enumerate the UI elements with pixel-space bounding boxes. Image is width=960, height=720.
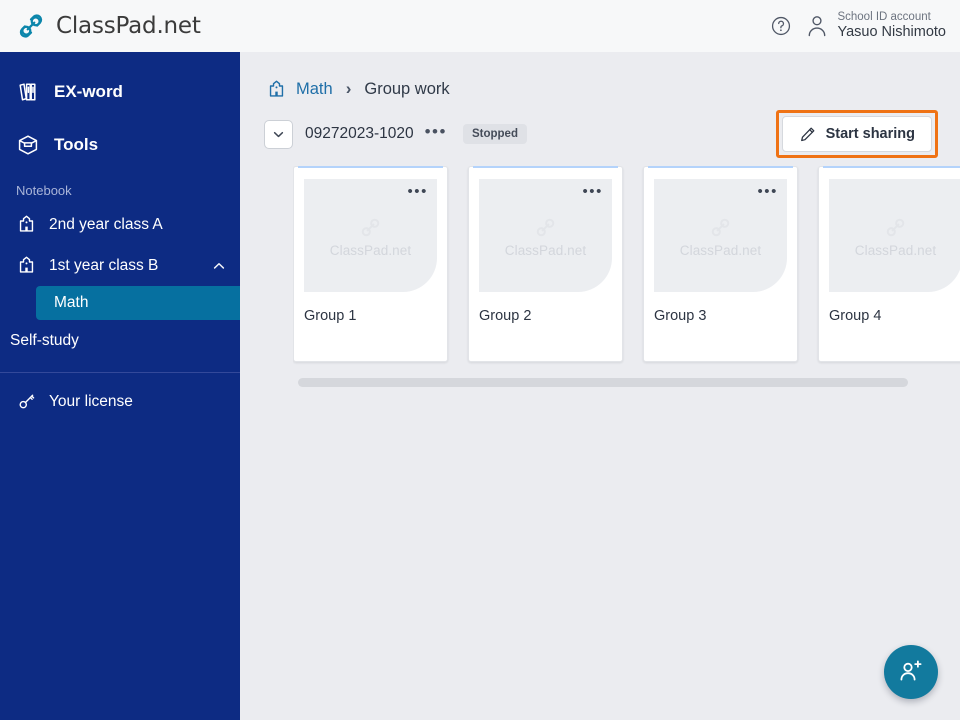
sidebar-item-label: 1st year class B <box>49 256 159 274</box>
card-title: Group 2 <box>479 308 532 324</box>
sidebar-item-label: Tools <box>54 135 99 154</box>
account-text: School ID account Yasuo Nishimoto <box>837 11 946 42</box>
toolbox-cube-icon <box>16 133 40 157</box>
chevron-up-icon[interactable] <box>212 259 226 273</box>
school-building-icon <box>266 79 287 100</box>
sidebar: EX-word Tools Notebook 2nd year class A … <box>0 52 240 720</box>
card-thumbnail: ClassPad.net ••• <box>654 179 787 292</box>
sidebar-item-tools[interactable]: Tools <box>0 123 240 167</box>
session-expand-button[interactable] <box>264 119 293 149</box>
school-building-icon <box>16 214 37 235</box>
group-card[interactable]: ClassPad.net ••• Group 2 <box>468 166 623 362</box>
card-accent-bar <box>648 166 793 168</box>
add-member-fab[interactable] <box>884 645 938 699</box>
link-chain-icon <box>16 11 46 41</box>
group-cards-viewport: ClassPad.net ••• Group 1 ClassPad.net ••… <box>293 166 960 366</box>
scrollbar-thumb[interactable] <box>298 378 908 387</box>
group-card[interactable]: ClassPad.net ••• Group 1 <box>293 166 448 362</box>
sidebar-item-2nd-year-class-a[interactable]: 2nd year class A <box>0 204 240 245</box>
account-role: School ID account <box>837 10 931 23</box>
sidebar-item-label: Self-study <box>10 332 79 349</box>
app-root: ClassPad.net School ID account Yasuo Nis… <box>0 0 960 720</box>
breadcrumb-link-math[interactable]: Math <box>296 80 333 99</box>
sidebar-item-label: Your license <box>49 392 133 410</box>
start-sharing-button[interactable]: Start sharing <box>781 116 932 152</box>
cards-horizontal-scrollbar[interactable] <box>293 378 960 387</box>
sidebar-item-label: 2nd year class A <box>49 215 163 233</box>
breadcrumb: Math › Group work <box>240 52 960 104</box>
breadcrumb-current: Group work <box>364 79 450 98</box>
school-building-icon <box>16 255 37 276</box>
sidebar-item-label: EX-word <box>54 82 123 101</box>
account-name: Yasuo Nishimoto <box>837 24 946 41</box>
sidebar-item-math[interactable]: Math <box>36 286 240 320</box>
question-mark-circle-icon[interactable] <box>770 15 792 37</box>
link-chain-icon <box>532 214 559 241</box>
start-sharing-label: Start sharing <box>825 126 915 142</box>
card-title: Group 3 <box>654 308 707 324</box>
card-watermark: ClassPad.net <box>854 242 937 258</box>
status-badge: Stopped <box>462 124 527 144</box>
sidebar-section-notebook: Notebook <box>16 183 72 198</box>
link-chain-icon <box>357 214 384 241</box>
card-accent-bar <box>473 166 618 168</box>
pencil-icon <box>799 126 816 143</box>
card-accent-bar <box>298 166 443 168</box>
group-cards-row: ClassPad.net ••• Group 1 ClassPad.net ••… <box>293 166 960 362</box>
header-right: School ID account Yasuo Nishimoto <box>770 11 960 42</box>
card-accent-bar <box>823 166 960 168</box>
sidebar-subitem-label: Math <box>54 294 89 311</box>
sidebar-item-1st-year-class-b[interactable]: 1st year class B <box>0 245 240 286</box>
brand-name: ClassPad.net <box>56 13 201 39</box>
sidebar-item-ex-word[interactable]: EX-word <box>0 70 240 114</box>
books-icon <box>16 80 40 104</box>
key-icon <box>16 391 37 412</box>
card-title: Group 4 <box>829 308 882 324</box>
card-watermark: ClassPad.net <box>679 242 762 258</box>
main-content: Math › Group work 09272023-1020 ••• Stop… <box>240 52 960 720</box>
account-menu[interactable]: School ID account Yasuo Nishimoto <box>806 11 946 42</box>
card-watermark: ClassPad.net <box>329 242 412 258</box>
link-chain-icon <box>882 214 909 241</box>
brand[interactable]: ClassPad.net <box>0 11 201 41</box>
person-icon <box>806 14 828 38</box>
card-thumbnail: ClassPad.net ••• <box>479 179 612 292</box>
card-title: Group 1 <box>304 308 357 324</box>
session-bar: 09272023-1020 ••• Stopped Start sharing <box>254 110 946 158</box>
sidebar-item-your-license[interactable]: Your license <box>0 381 240 422</box>
start-sharing-highlight: Start sharing <box>775 110 938 158</box>
add-person-icon <box>898 659 924 685</box>
session-menu-button[interactable]: ••• <box>423 120 449 148</box>
card-thumbnail: ClassPad.net ••• <box>304 179 437 292</box>
card-watermark: ClassPad.net <box>504 242 587 258</box>
session-name: 09272023-1020 <box>305 125 414 142</box>
group-card[interactable]: ClassPad.net ••• Group 3 <box>643 166 798 362</box>
card-menu-button[interactable]: ••• <box>582 184 603 199</box>
sidebar-divider <box>0 372 240 373</box>
app-header: ClassPad.net School ID account Yasuo Nis… <box>0 0 960 52</box>
link-chain-icon <box>707 214 734 241</box>
card-thumbnail: ClassPad.net <box>829 179 960 292</box>
breadcrumb-separator: › <box>345 79 352 98</box>
group-card[interactable]: ClassPad.net Group 4 <box>818 166 960 362</box>
sidebar-item-self-study[interactable]: Self-study <box>0 320 240 362</box>
card-menu-button[interactable]: ••• <box>407 184 428 199</box>
chevron-down-icon <box>272 128 285 141</box>
card-menu-button[interactable]: ••• <box>757 184 778 199</box>
